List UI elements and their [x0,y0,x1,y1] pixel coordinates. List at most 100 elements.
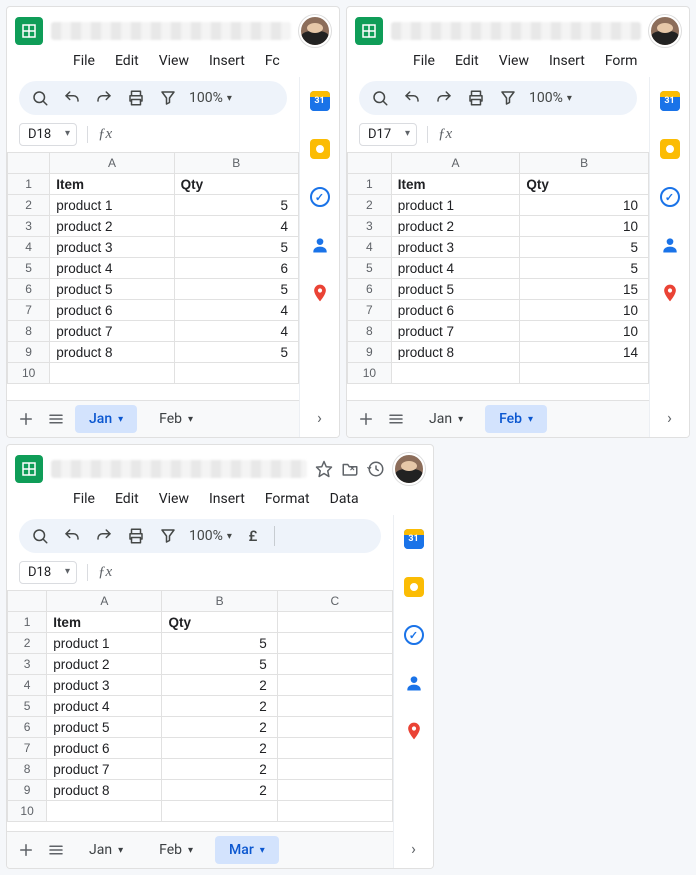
menu-format_mid[interactable]: Form [597,49,646,73]
cell[interactable]: product 2 [50,216,174,237]
col-header-a[interactable]: A [50,153,174,174]
avatar[interactable] [393,453,425,485]
col-header-b[interactable]: B [174,153,298,174]
col-header-b[interactable]: B [520,153,649,174]
print-icon[interactable] [125,87,147,109]
side-panel-collapse-icon[interactable]: › [394,839,433,858]
avatar[interactable] [299,15,331,47]
row-header[interactable]: 7 [8,738,47,759]
all-sheets-button[interactable] [385,408,407,430]
side-panel-collapse-icon[interactable]: › [650,408,689,427]
sheet-tab-jan[interactable]: Jan▾ [415,405,477,433]
cell[interactable]: product 3 [50,237,174,258]
cell[interactable] [50,363,174,384]
tasks-icon[interactable] [660,187,680,207]
cell[interactable] [162,801,277,822]
fx-icon[interactable]: ƒx [87,564,112,581]
cell[interactable]: 5 [520,258,649,279]
cell[interactable]: Qty [162,612,277,633]
cell[interactable]: 5 [174,237,298,258]
name-box[interactable]: D18 [19,123,77,146]
cell[interactable]: product 8 [391,342,520,363]
cell[interactable]: 10 [520,321,649,342]
cell[interactable]: product 1 [50,195,174,216]
chevron-down-icon[interactable]: ▾ [118,414,123,425]
cell[interactable] [277,633,392,654]
col-header-b[interactable]: B [162,591,277,612]
cell[interactable] [174,363,298,384]
row-header[interactable]: 6 [348,279,392,300]
cell[interactable] [277,654,392,675]
cell[interactable]: 4 [174,300,298,321]
calendar-icon[interactable] [660,91,680,111]
cell[interactable]: 10 [520,300,649,321]
currency-format-button[interactable]: £ [242,525,264,547]
row-header[interactable]: 8 [8,759,47,780]
cell[interactable]: 5 [174,195,298,216]
add-sheet-button[interactable] [355,408,377,430]
menu-format_short[interactable]: Fc [257,49,288,73]
sheets-logo-icon[interactable] [15,455,43,483]
row-header[interactable]: 2 [8,195,50,216]
menu-view[interactable]: View [151,49,197,73]
row-header[interactable]: 5 [348,258,392,279]
cell[interactable]: 2 [162,696,277,717]
add-sheet-button[interactable] [15,839,37,861]
cell[interactable]: product 7 [50,321,174,342]
keep-icon[interactable] [310,139,330,159]
sheet-tab-feb[interactable]: Feb▾ [145,405,207,433]
menu-view[interactable]: View [151,487,197,511]
tasks-icon[interactable] [404,625,424,645]
row-header[interactable]: 10 [8,363,50,384]
cell[interactable]: 2 [162,675,277,696]
fx-icon[interactable]: ƒx [87,126,112,143]
tasks-icon[interactable] [310,187,330,207]
cell[interactable]: Item [50,174,174,195]
cell[interactable]: 4 [174,321,298,342]
row-header[interactable]: 2 [8,633,47,654]
cell[interactable]: product 1 [47,633,162,654]
paint-format-icon[interactable] [157,87,179,109]
row-header[interactable]: 1 [8,174,50,195]
cells-grid[interactable]: A B1 Item Qty 2 product 1 10 3 product 2… [347,152,649,400]
search-icon[interactable] [29,87,51,109]
cells-grid[interactable]: A BC1 Item Qty 2 product 1 5 3 product 2… [7,590,393,831]
row-header[interactable]: 9 [8,780,47,801]
search-icon[interactable] [29,525,51,547]
row-header[interactable]: 3 [8,654,47,675]
redo-icon[interactable] [93,87,115,109]
menu-format[interactable]: Format [257,487,318,511]
contacts-icon[interactable] [310,235,330,255]
cell[interactable]: product 8 [50,342,174,363]
row-header[interactable]: 3 [8,216,50,237]
row-header[interactable]: 5 [8,258,50,279]
cell[interactable] [277,675,392,696]
cell[interactable]: 5 [162,633,277,654]
cell[interactable]: product 6 [391,300,520,321]
cell[interactable]: product 4 [50,258,174,279]
name-box[interactable]: D17 [359,123,417,146]
cell[interactable]: 4 [174,216,298,237]
menu-file[interactable]: File [65,487,103,511]
select-all-corner[interactable] [8,153,50,174]
row-header[interactable]: 4 [8,237,50,258]
menu-insert[interactable]: Insert [201,487,253,511]
paint-format-icon[interactable] [497,87,519,109]
cell[interactable]: Item [47,612,162,633]
cell[interactable] [277,696,392,717]
cell[interactable]: product 3 [47,675,162,696]
cell[interactable]: Item [391,174,520,195]
cell[interactable]: 10 [520,195,649,216]
sheet-tab-feb[interactable]: Feb▾ [485,405,547,433]
cell[interactable] [47,801,162,822]
select-all-corner[interactable] [8,591,47,612]
row-header[interactable]: 1 [8,612,47,633]
maps-icon[interactable] [404,721,424,741]
cell[interactable] [277,738,392,759]
sheets-logo-icon[interactable] [355,17,383,45]
cell[interactable]: product 2 [391,216,520,237]
cells-grid[interactable]: A B1 Item Qty 2 product 1 5 3 product 2 … [7,152,299,400]
zoom-select[interactable]: 100%▾ [529,90,572,106]
chevron-down-icon[interactable]: ▾ [458,414,463,425]
avatar[interactable] [649,15,681,47]
